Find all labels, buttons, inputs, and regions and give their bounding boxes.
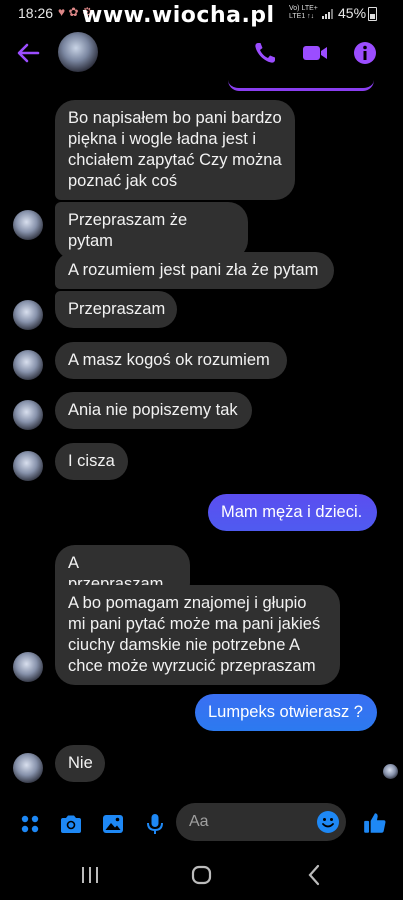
watermark: www.wiocha.pl (82, 3, 275, 28)
message-incoming[interactable]: Nie (55, 745, 105, 782)
sender-avatar[interactable] (13, 300, 43, 330)
message-incoming[interactable]: A masz kogoś ok rozumiem (55, 342, 287, 379)
message-composer: Aa (0, 800, 403, 846)
sender-avatar[interactable] (13, 350, 43, 380)
message-incoming[interactable]: Ania nie popiszemy tak (55, 392, 252, 429)
phone-icon[interactable] (251, 39, 279, 67)
message-incoming[interactable]: A rozumiem jest pani zła że pytam (55, 252, 334, 289)
message-outgoing[interactable]: Mam męża i dzieci. (208, 494, 377, 531)
message-input[interactable]: Aa (176, 803, 346, 841)
status-time: 18:26 (18, 5, 54, 21)
message-outgoing[interactable]: Lumpeks otwierasz ? (195, 694, 377, 731)
network-line-1: Vo) LTE+ (289, 5, 318, 12)
arrow-left-icon[interactable] (14, 39, 42, 67)
chat-header (0, 26, 403, 82)
network-indicator: Vo) LTE+ LTE1 ↑↓ (289, 5, 318, 21)
message-incoming[interactable]: Bo napisałem bo pani bardzo piękna i wog… (55, 100, 295, 200)
emoji-icon[interactable] (316, 810, 340, 834)
video-camera-icon[interactable] (301, 39, 329, 67)
home-icon[interactable] (191, 865, 213, 885)
sender-avatar[interactable] (13, 652, 43, 682)
battery-percent: 45% (338, 5, 367, 21)
sender-avatar[interactable] (13, 210, 43, 240)
info-icon[interactable] (351, 39, 379, 67)
sender-avatar[interactable] (13, 400, 43, 430)
camera-icon[interactable] (59, 812, 83, 836)
back-nav-icon[interactable] (306, 864, 322, 886)
message-incoming[interactable]: A bo pomagam znajomej i głupio mi pani p… (55, 585, 340, 685)
contact-avatar[interactable] (58, 32, 98, 72)
network-line-2: LTE1 ↑↓ (289, 13, 315, 20)
message-input-placeholder: Aa (189, 813, 209, 830)
thumbs-up-icon[interactable] (362, 810, 388, 836)
sender-avatar[interactable] (13, 753, 43, 783)
seen-indicator-avatar (383, 764, 398, 779)
sender-avatar[interactable] (13, 451, 43, 481)
apps-grid-icon[interactable] (18, 812, 42, 836)
message-incoming[interactable]: I cisza (55, 443, 128, 480)
system-navigation-bar (0, 846, 403, 900)
recent-apps-icon[interactable] (80, 866, 100, 884)
image-icon[interactable] (101, 812, 125, 836)
microphone-icon[interactable] (143, 812, 167, 836)
message-incoming[interactable]: Przepraszam (55, 291, 177, 328)
scroll-indicator (228, 80, 374, 91)
status-bar: 18:26 ♥ ✿ ⚙ www.wiocha.pl Vo) LTE+ LTE1 … (0, 0, 403, 28)
battery-icon (368, 7, 377, 21)
signal-icon (322, 9, 333, 19)
